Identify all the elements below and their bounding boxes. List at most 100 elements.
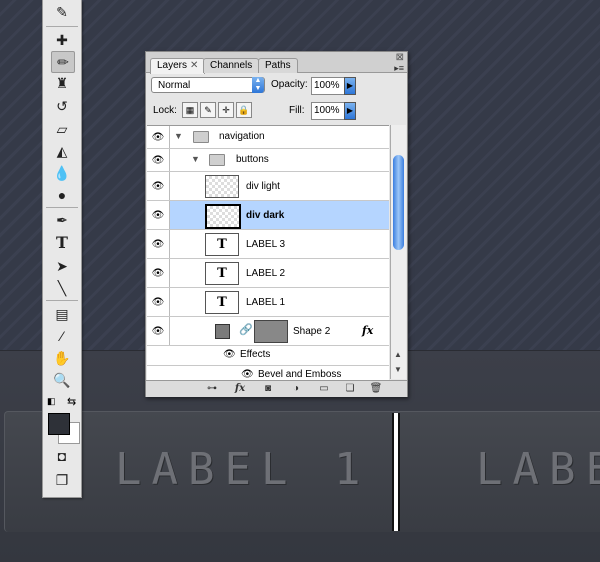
lock-all-icon[interactable]: 🔒 <box>236 102 252 118</box>
text-layer-icon: T <box>205 291 239 314</box>
layer-name: LABEL 3 <box>246 239 286 250</box>
panel-tab-bar: Layers ✕ Channels Paths ⊠ ▸≡ <box>146 52 407 74</box>
eraser-icon[interactable]: ▱ <box>51 119 73 139</box>
layers-bottom-toolbar: ⊶ fx ◙ ◑ ▭ ❏ 🗑 <box>146 380 407 397</box>
scroll-down-icon[interactable]: ▼ <box>394 365 402 374</box>
visibility-eye-icon[interactable]: 👁 <box>147 172 170 200</box>
paint-bucket-icon[interactable]: ◭ <box>51 141 73 161</box>
layer-list: 👁 ▼ navigation 👁 ▼ buttons 👁 div light 👁… <box>147 125 389 380</box>
layer-row-buttons[interactable]: 👁 ▼ buttons <box>147 149 389 172</box>
type-icon[interactable]: T <box>51 232 73 252</box>
folder-icon <box>209 154 225 166</box>
layer-name: LABEL 2 <box>246 268 286 279</box>
opacity-slider-arrow-icon[interactable]: ▶ <box>344 77 356 95</box>
lock-label: Lock: <box>153 105 177 116</box>
effect-eye-icon[interactable]: 👁 <box>241 369 254 380</box>
close-tab-icon[interactable]: ✕ <box>190 60 198 71</box>
effect-name: Bevel and Emboss <box>258 369 342 380</box>
layer-row-label-2[interactable]: 👁 T LABEL 2 <box>147 259 389 288</box>
blend-mode-select[interactable]: Normal ▲ ▼ <box>151 77 265 93</box>
layer-row-label-1[interactable]: 👁 T LABEL 1 <box>147 288 389 317</box>
layer-name: LABEL 1 <box>246 297 286 308</box>
tab-channels[interactable]: Channels <box>203 58 260 73</box>
select-arrows-icon: ▲ ▼ <box>252 77 264 93</box>
direct-select-icon[interactable]: ➤ <box>51 256 73 276</box>
tab-layers[interactable]: Layers ✕ <box>150 58 206 74</box>
notes-icon[interactable]: ▤ <box>51 304 73 324</box>
nav-button-label-1: LABEL 1 <box>115 444 371 495</box>
tools-separator <box>46 300 78 301</box>
visibility-eye-icon[interactable]: 👁 <box>147 259 170 287</box>
eyedropper-icon[interactable]: ⁄ <box>51 326 73 346</box>
button-divider <box>392 413 400 531</box>
quick-mask-icon[interactable]: ◘ <box>51 446 73 466</box>
layer-name: navigation <box>219 131 265 142</box>
effects-eye-icon[interactable]: 👁 <box>223 349 236 360</box>
panel-menu-icon[interactable]: ▸≡ <box>394 63 404 74</box>
add-mask-icon[interactable]: ◙ <box>260 382 276 396</box>
text-layer-icon: T <box>205 262 239 285</box>
layers-panel: Layers ✕ Channels Paths ⊠ ▸≡ Normal ▲ ▼ Opa… <box>145 51 408 397</box>
expand-triangle-icon[interactable]: ▼ <box>174 131 183 141</box>
layer-row-navigation[interactable]: 👁 ▼ navigation <box>147 126 389 149</box>
layer-row-label-3[interactable]: 👁 T LABEL 3 <box>147 230 389 259</box>
history-brush-icon[interactable]: ↺ <box>51 96 73 116</box>
lock-transparency-icon[interactable]: ▦ <box>182 102 198 118</box>
tab-paths[interactable]: Paths <box>258 58 298 73</box>
line-icon[interactable]: ╲ <box>51 278 73 298</box>
healing-brush-icon[interactable]: ✚ <box>51 30 73 50</box>
visibility-eye-icon[interactable]: 👁 <box>147 317 170 345</box>
layer-row-shape-2[interactable]: 👁 🔗 Shape 2 fx <box>147 317 389 346</box>
layer-name: buttons <box>236 154 269 165</box>
scroll-up-icon[interactable]: ▲ <box>394 350 402 359</box>
new-group-icon[interactable]: ▭ <box>316 382 332 396</box>
blend-mode-value: Normal <box>158 80 191 91</box>
visibility-eye-icon[interactable]: 👁 <box>147 230 170 258</box>
default-colors-icon[interactable]: ◧ <box>47 396 56 407</box>
layer-name: div dark <box>246 210 285 221</box>
fx-icon[interactable]: fx <box>362 324 373 337</box>
foreground-color-swatch[interactable] <box>48 413 70 435</box>
pencil-icon[interactable]: ✏ <box>51 51 75 73</box>
dodge-icon[interactable]: ● <box>51 185 73 205</box>
layers-scrollbar[interactable]: ▲ ▼ <box>390 125 406 379</box>
new-layer-icon[interactable]: ❏ <box>342 382 358 396</box>
opacity-input[interactable]: 100% <box>311 77 345 95</box>
layer-row-bevel-emboss[interactable]: 👁 Bevel and Emboss <box>147 366 389 380</box>
stamp-icon[interactable]: ♜ <box>51 73 73 93</box>
lock-position-icon[interactable]: ✛ <box>218 102 234 118</box>
visibility-eye-icon[interactable]: 👁 <box>147 149 170 171</box>
text-layer-icon: T <box>205 233 239 256</box>
lock-pixels-icon[interactable]: ✎ <box>200 102 216 118</box>
visibility-eye-icon[interactable]: 👁 <box>147 201 170 229</box>
fill-input[interactable]: 100% <box>311 102 345 120</box>
visibility-eye-icon[interactable]: 👁 <box>147 126 170 148</box>
layer-row-effects[interactable]: 👁 Effects <box>147 346 389 366</box>
effects-spacer <box>147 346 169 365</box>
expand-triangle-icon[interactable]: ▼ <box>191 154 200 164</box>
nav-button-label-2: LABE <box>476 444 600 495</box>
link-chain-icon: 🔗 <box>239 324 253 336</box>
scroll-thumb[interactable] <box>393 155 404 250</box>
swap-colors-icon[interactable]: ⇆ <box>67 395 76 408</box>
layer-thumbnail <box>205 204 241 229</box>
adjustment-layer-icon[interactable]: ◑ <box>288 382 304 396</box>
screen-mode-icon[interactable]: ❐ <box>51 470 73 490</box>
hand-icon[interactable]: ✋ <box>51 348 73 368</box>
tools-separator <box>46 207 78 208</box>
zoom-icon[interactable]: 🔍 <box>51 370 73 390</box>
layer-row-div-light[interactable]: 👁 div light <box>147 172 389 201</box>
tools-panel: ✎ ✚ ✏ ♜ ↺ ▱ ◭ 💧 ● ✒ T ➤ ╲ ▤ ⁄ ✋ 🔍 ◧ ⇆ ◘ … <box>42 0 82 498</box>
fill-slider-arrow-icon[interactable]: ▶ <box>344 102 356 120</box>
pen-tool-icon[interactable]: ✎ <box>51 2 73 22</box>
close-panel-icon[interactable]: ⊠ <box>396 52 404 63</box>
pen-icon[interactable]: ✒ <box>51 210 73 230</box>
delete-layer-icon[interactable]: 🗑 <box>368 382 384 396</box>
opacity-label: Opacity: <box>271 79 308 90</box>
add-style-icon[interactable]: fx <box>232 382 248 396</box>
blur-icon[interactable]: 💧 <box>51 163 73 183</box>
fill-color-swatch <box>215 324 230 339</box>
link-layers-icon[interactable]: ⊶ <box>204 382 220 396</box>
layer-row-div-dark[interactable]: 👁 div dark <box>147 201 389 230</box>
visibility-eye-icon[interactable]: 👁 <box>147 288 170 316</box>
